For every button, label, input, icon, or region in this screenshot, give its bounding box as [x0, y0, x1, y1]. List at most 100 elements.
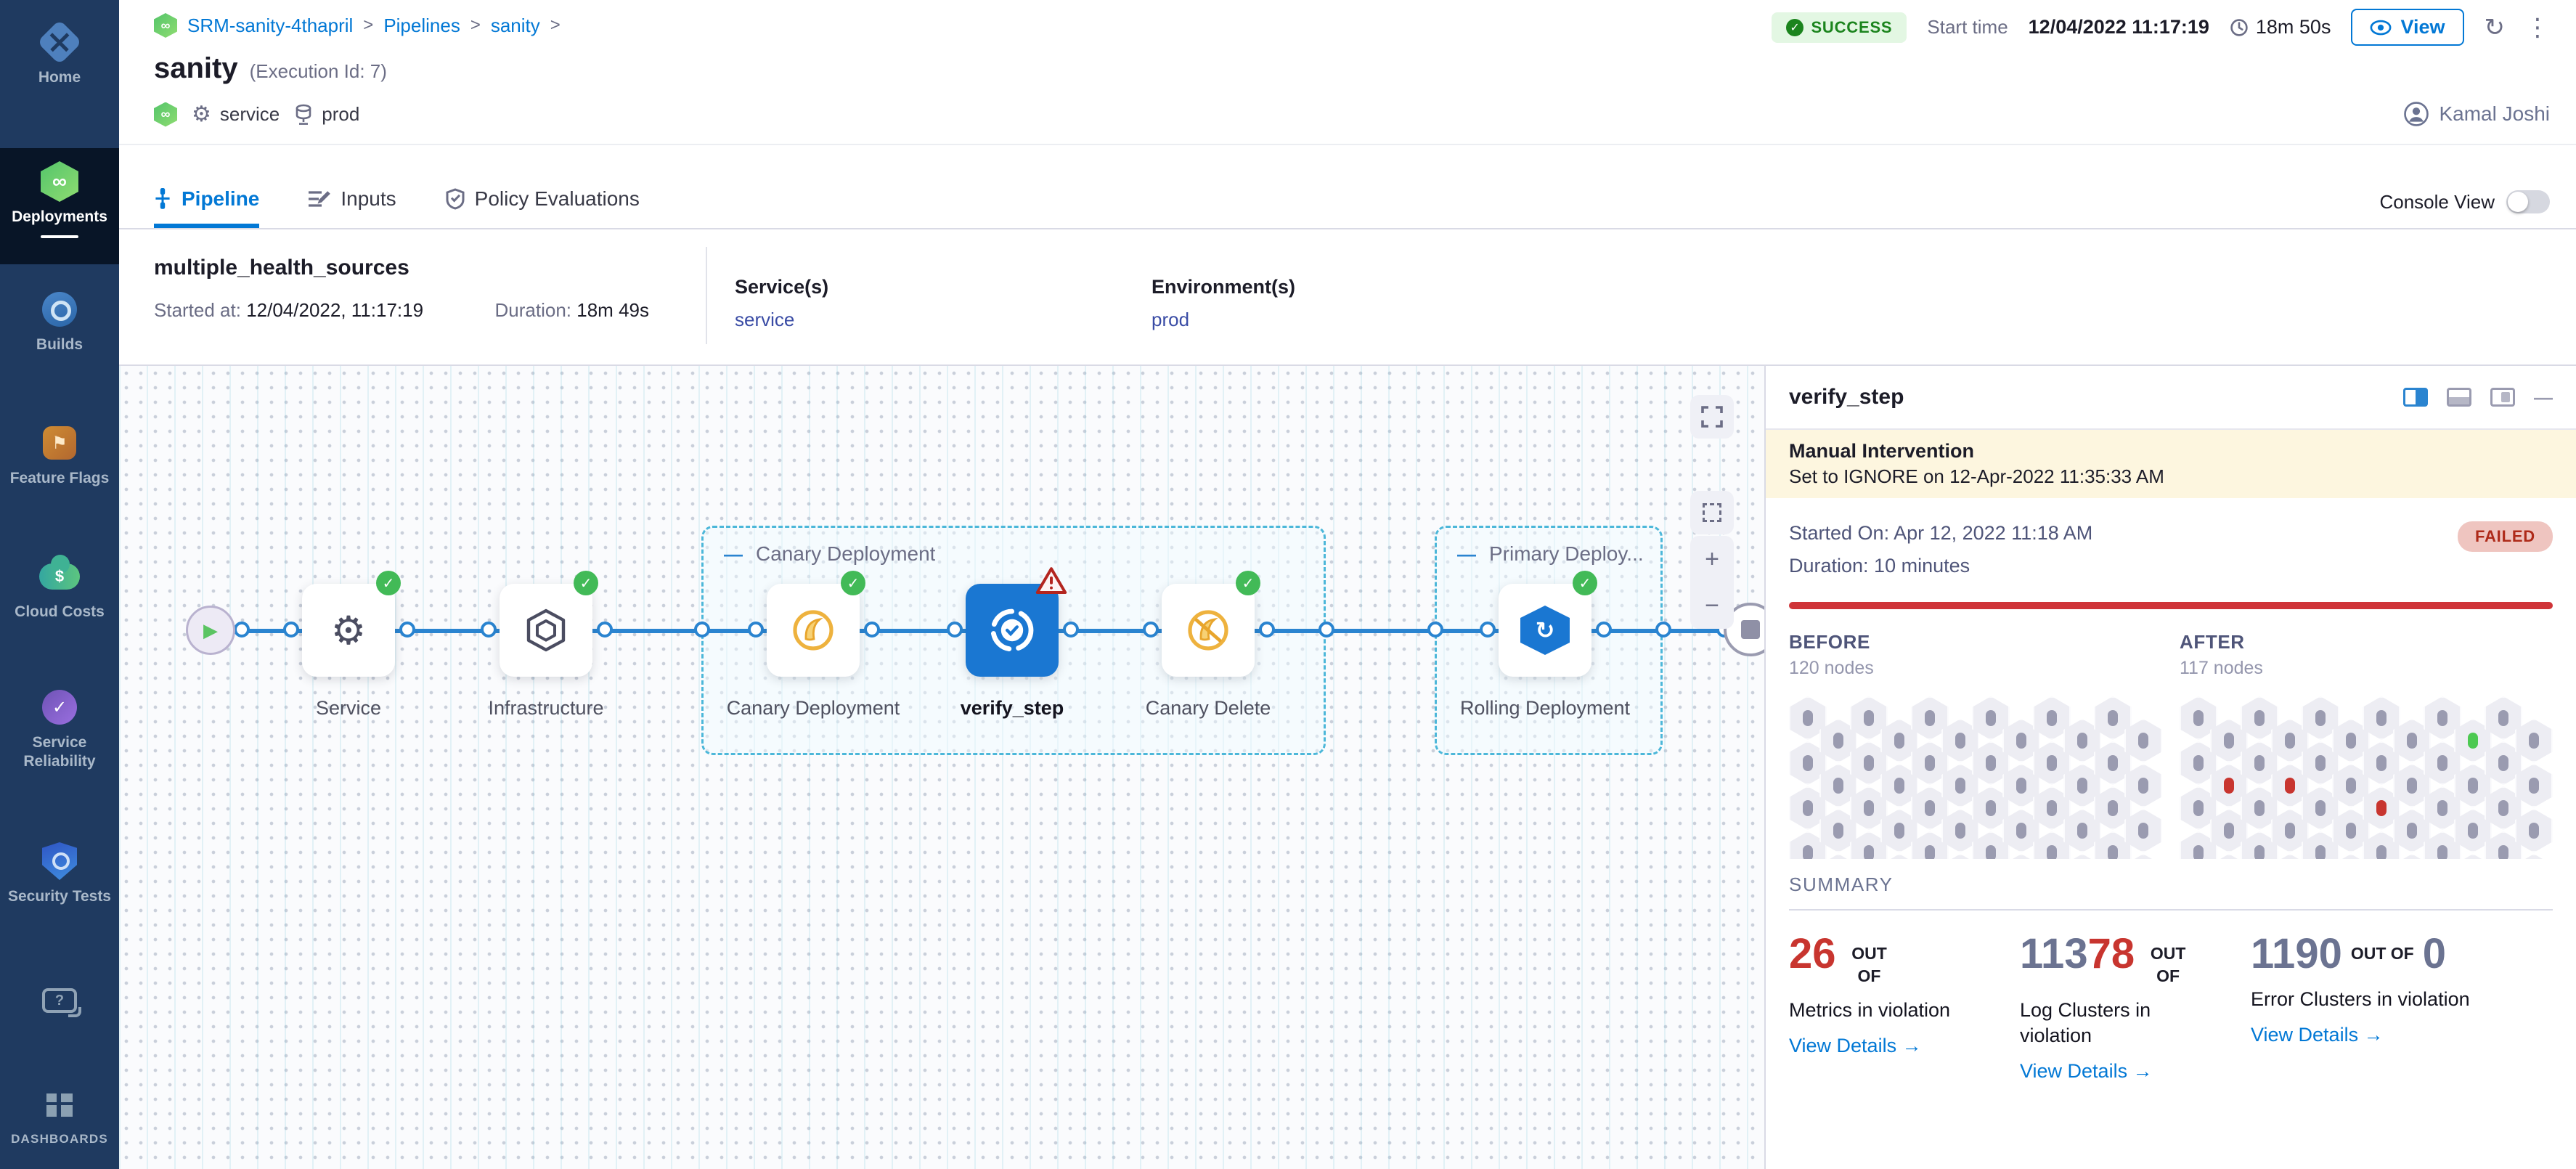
sidebar-item-builds[interactable]: Builds	[0, 290, 119, 354]
node-health-dot	[1925, 755, 1935, 771]
floating-panel-icon[interactable]	[2490, 388, 2515, 407]
user-chip[interactable]: Kamal Joshi	[2404, 102, 2550, 126]
environment-link[interactable]: prod	[1152, 309, 1295, 331]
fit-to-screen-button[interactable]	[1690, 395, 1734, 439]
node-label-canary-deployment[interactable]: Canary Deployment	[719, 694, 908, 722]
success-badge-icon: ✓	[1573, 571, 1597, 595]
sidebar-item-cloud-costs[interactable]: $ Cloud Costs	[0, 558, 119, 622]
services-label: Service(s)	[735, 276, 828, 298]
view-details-link[interactable]: View Details →	[2020, 1060, 2213, 1083]
after-node-grid[interactable]	[2180, 696, 2553, 859]
divider	[706, 247, 707, 344]
sidebar-item-service-reliability[interactable]: ✓ Service Reliability	[0, 688, 119, 772]
node-health-dot	[2016, 823, 2026, 839]
more-menu-icon[interactable]: ⋮	[2525, 15, 2550, 40]
tab-pipeline[interactable]: Pipeline	[154, 170, 259, 228]
sidebar-item-deployments[interactable]: ∞ Deployments	[0, 148, 119, 264]
split-vertical-icon[interactable]	[2403, 388, 2428, 407]
minimize-panel-icon[interactable]: —	[2534, 388, 2553, 407]
builds-icon	[42, 292, 77, 327]
environment-tag[interactable]: prod	[294, 103, 359, 126]
success-badge-icon: ✓	[1236, 571, 1260, 595]
view-details-link[interactable]: View Details →	[2251, 1024, 2541, 1046]
connector-dot	[399, 622, 415, 638]
sidebar-item-help[interactable]: ?	[0, 982, 119, 1019]
service-tag[interactable]: ⚙ service	[192, 102, 280, 127]
log-violations: 78	[2088, 932, 2135, 977]
node-label-service[interactable]: Service	[254, 694, 443, 722]
canary-icon	[790, 607, 836, 653]
tab-policy-evaluations[interactable]: Policy Evaluations	[446, 170, 640, 228]
gear-icon: ⚙	[192, 102, 211, 127]
pipeline-canvas[interactable]: — Canary Deployment — Primary Deploy... …	[119, 366, 1764, 1169]
node-health-dot	[2108, 800, 2118, 816]
sidebar-item-dashboards[interactable]: DASHBOARDS	[0, 1086, 119, 1146]
connector-dot	[1259, 622, 1275, 638]
node-health-dot	[1864, 845, 1874, 859]
zoom-in-button[interactable]: +	[1705, 547, 1719, 571]
node-service[interactable]: ⚙ ✓	[302, 584, 395, 677]
node-health-dot	[2138, 733, 2148, 749]
breadcrumb-pipelines[interactable]: Pipelines	[383, 15, 460, 37]
split-horizontal-icon[interactable]	[2447, 388, 2471, 407]
console-view-toggle[interactable]	[2506, 190, 2550, 213]
sidebar-item-home[interactable]: Home	[0, 23, 119, 87]
connector-dot	[234, 622, 250, 638]
node-health-dot	[2016, 733, 2026, 749]
start-node[interactable]: ▶	[186, 606, 235, 655]
execution-id: (Execution Id: 7)	[250, 60, 387, 83]
node-health-dot	[2254, 800, 2265, 816]
infrastructure-icon	[526, 608, 566, 653]
group-canary-label[interactable]: — Canary Deployment	[724, 542, 935, 566]
node-infrastructure[interactable]: ✓	[500, 584, 592, 677]
node-health-dot	[2285, 733, 2295, 749]
node-label-rolling-deployment[interactable]: Rolling Deployment	[1451, 694, 1639, 722]
node-verify-step[interactable]	[966, 584, 1059, 677]
connector-dot	[1143, 622, 1159, 638]
node-health-dot	[2437, 710, 2447, 726]
before-node-grid[interactable]	[1789, 696, 2162, 859]
console-view-control: Console View	[2379, 190, 2550, 213]
tab-bar: Pipeline Inputs Policy Evaluations Conso…	[119, 145, 2576, 229]
connector-dot	[1480, 622, 1496, 638]
refresh-icon[interactable]: ↻	[2485, 15, 2506, 40]
metric-violations: 26	[1789, 932, 1836, 977]
node-canary-deployment[interactable]: ✓	[767, 584, 860, 677]
environment-tag-label: prod	[322, 103, 359, 126]
panel-body: Started On: Apr 12, 2022 11:18 AM Durati…	[1766, 517, 2576, 1083]
collapse-icon[interactable]: —	[1457, 543, 1476, 566]
view-details-link[interactable]: View Details →	[1789, 1035, 1982, 1057]
node-health-dot	[1833, 778, 1843, 794]
arrow-right-icon: →	[2133, 1060, 2153, 1082]
node-label-canary-delete[interactable]: Canary Delete	[1114, 694, 1303, 722]
node-rolling-deployment[interactable]: ↻ ✓	[1499, 584, 1591, 677]
tab-inputs[interactable]: Inputs	[309, 170, 396, 228]
group-primary-label[interactable]: — Primary Deploy...	[1457, 542, 1644, 566]
rolling-deployment-icon: ↻	[1520, 606, 1570, 655]
sidebar-item-security-tests[interactable]: Security Tests	[0, 842, 119, 906]
node-health-dot	[2437, 755, 2447, 771]
service-link[interactable]: service	[735, 309, 828, 331]
selection-icon	[1703, 503, 1721, 522]
connector-dot	[1318, 622, 1334, 638]
zoom-out-button[interactable]: −	[1705, 593, 1719, 618]
active-underline	[41, 235, 78, 238]
node-label-infrastructure[interactable]: Infrastructure	[452, 694, 640, 722]
view-button[interactable]: View	[2351, 9, 2463, 46]
toggle-knob	[2508, 192, 2528, 212]
marquee-select-button[interactable]	[1690, 491, 1734, 534]
node-health-dot	[2498, 755, 2508, 771]
app-root: Home ∞ Deployments Builds ⚑ Feature Flag…	[0, 0, 2576, 1169]
node-health-dot	[2468, 823, 2478, 839]
stage-name[interactable]: multiple_health_sources	[154, 256, 409, 280]
breadcrumb-project[interactable]: SRM-sanity-4thapril	[187, 15, 353, 37]
node-health-dot	[2016, 778, 2026, 794]
breadcrumb-current[interactable]: sanity	[491, 15, 540, 37]
breadcrumb-separator: >	[470, 15, 481, 36]
help-chat-icon: ?	[42, 988, 77, 1013]
node-canary-delete[interactable]: ✓	[1162, 584, 1255, 677]
stop-icon	[1741, 620, 1760, 639]
collapse-icon[interactable]: —	[724, 543, 743, 566]
sidebar-item-feature-flags[interactable]: ⚑ Feature Flags	[0, 424, 119, 488]
node-label-verify-step[interactable]: verify_step	[918, 694, 1106, 722]
